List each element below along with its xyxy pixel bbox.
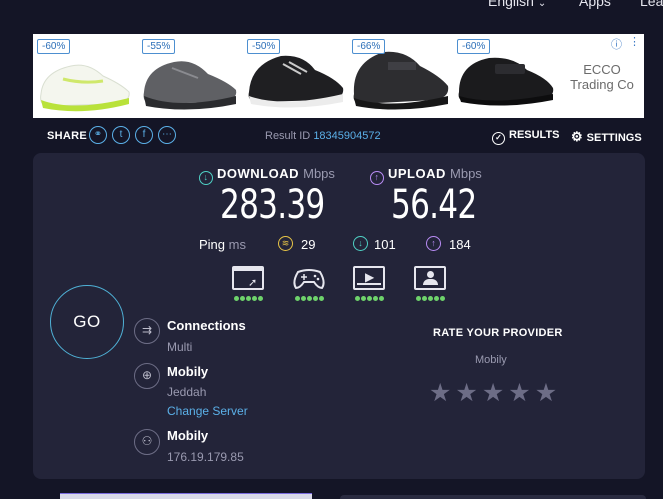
ad-brand[interactable]: ECCO Trading Co <box>560 62 644 92</box>
learn-link[interactable]: Lea <box>640 0 663 9</box>
browsing-rating-dots <box>230 294 266 301</box>
ping-upload-value: 184 <box>449 237 471 252</box>
upload-latency-icon: ↑ <box>426 236 441 251</box>
ping-label-row: Ping ms <box>199 237 246 252</box>
ad-shoe-1[interactable]: -60% <box>33 34 136 118</box>
ad-brand-line1: ECCO <box>583 62 621 77</box>
bottom-panel-edge-right <box>340 495 646 499</box>
discount-badge: -50% <box>247 39 281 54</box>
ping-label: Ping <box>199 237 226 252</box>
rate-provider-title: RATE YOUR PROVIDER <box>433 327 563 339</box>
discount-badge: -55% <box>142 39 176 54</box>
ad-info-icon[interactable]: ⓘ <box>611 36 622 52</box>
feature-video-streaming[interactable]: ▶ <box>351 266 387 302</box>
gaming-rating-dots <box>291 294 327 301</box>
rate-provider-name: Mobily <box>475 354 507 366</box>
video-streaming-icon: ▶ <box>353 266 385 290</box>
user-icon: ⚇ <box>134 429 160 455</box>
link-icon[interactable]: ⚭ <box>89 126 107 144</box>
download-unit: Mbps <box>303 166 335 181</box>
change-server-link[interactable]: Change Server <box>167 404 248 418</box>
feature-gaming[interactable] <box>291 266 327 302</box>
star-icon[interactable]: ★ <box>482 378 504 407</box>
ad-shoe-4[interactable]: -66% <box>348 34 451 118</box>
star-icon[interactable]: ★ <box>429 378 451 407</box>
feature-browsing[interactable]: ➚ <box>230 266 266 302</box>
star-icon[interactable]: ★ <box>455 378 477 407</box>
go-button[interactable]: GO <box>50 285 124 359</box>
download-label: DOWNLOAD <box>217 166 299 181</box>
result-id-value[interactable]: 18345904572 <box>313 130 380 142</box>
result-card: ↓ DOWNLOAD Mbps 283.39 ↑ UPLOAD Mbps 56.42… <box>33 153 645 479</box>
upload-value: 56.42 <box>391 182 477 228</box>
discount-badge: -60% <box>37 39 71 54</box>
share-bar: SHARE ⚭ t f ⋯ Result ID 18345904572 ✓ RES… <box>0 124 663 148</box>
ping-download-value: 101 <box>374 237 396 252</box>
feature-video-chat[interactable] <box>412 266 448 302</box>
ad-brand-line2: Trading Co <box>570 77 634 92</box>
video-streaming-rating-dots <box>351 294 387 301</box>
ping-idle-value: 29 <box>301 237 316 252</box>
share-label: SHARE <box>47 130 88 142</box>
provider-ip: 176.19.179.85 <box>167 450 244 464</box>
results-label: RESULTS <box>509 129 560 141</box>
server-title: Mobily <box>167 364 209 379</box>
browsing-icon: ➚ <box>232 266 264 290</box>
star-icon[interactable]: ★ <box>508 378 530 407</box>
video-chat-icon <box>414 266 446 290</box>
gear-icon: ⚙ <box>571 129 583 144</box>
video-chat-rating-dots <box>412 294 448 301</box>
results-button[interactable]: ✓ RESULTS <box>492 129 560 145</box>
upload-arrow-icon: ↑ <box>370 171 384 185</box>
facebook-icon[interactable]: f <box>135 126 153 144</box>
star-rating[interactable]: ★ ★ ★ ★ ★ <box>429 378 561 407</box>
provider-title: Mobily <box>167 428 209 443</box>
ad-shoe-3[interactable]: -50% <box>243 34 346 118</box>
settings-label: SETTINGS <box>586 132 642 144</box>
discount-badge: -60% <box>457 39 491 54</box>
language-selector[interactable]: English ⌄ <box>488 0 546 9</box>
download-arrow-icon: ↓ <box>199 171 213 185</box>
idle-latency-icon: ≋ <box>278 236 293 251</box>
ad-menu-icon[interactable]: ⋮ <box>629 35 640 48</box>
top-nav: English ⌄ Apps Lea <box>0 0 663 13</box>
language-label: English <box>488 0 534 9</box>
upload-label: UPLOAD <box>388 166 446 181</box>
discount-badge: -66% <box>352 39 386 54</box>
upload-unit: Mbps <box>450 166 482 181</box>
ad-shoe-2[interactable]: -55% <box>138 34 241 118</box>
ad-shoe-5[interactable]: -60% <box>453 34 556 118</box>
server-location: Jeddah <box>167 385 207 399</box>
check-circle-icon: ✓ <box>492 132 505 145</box>
result-id: Result ID 18345904572 <box>265 130 381 142</box>
connections-icon: ⇉ <box>134 318 160 344</box>
more-icon[interactable]: ⋯ <box>158 126 176 144</box>
settings-button[interactable]: ⚙ SETTINGS <box>571 129 642 145</box>
chevron-down-icon: ⌄ <box>537 0 547 9</box>
gaming-icon <box>292 266 326 290</box>
apps-link[interactable]: Apps <box>579 0 611 9</box>
download-latency-icon: ↓ <box>353 236 368 251</box>
star-icon[interactable]: ★ <box>535 378 557 407</box>
bottom-panel-edge <box>60 493 312 499</box>
ad-banner[interactable]: -60% -55% -50% -66% -60% ECCO Trading Co… <box>33 34 644 118</box>
download-value: 283.39 <box>220 182 325 228</box>
result-id-label: Result ID <box>265 130 311 142</box>
connections-title: Connections <box>167 318 246 333</box>
ping-unit: ms <box>228 237 246 252</box>
globe-icon: ⊕ <box>134 363 160 389</box>
connections-value[interactable]: Multi <box>167 340 192 354</box>
twitter-icon[interactable]: t <box>112 126 130 144</box>
